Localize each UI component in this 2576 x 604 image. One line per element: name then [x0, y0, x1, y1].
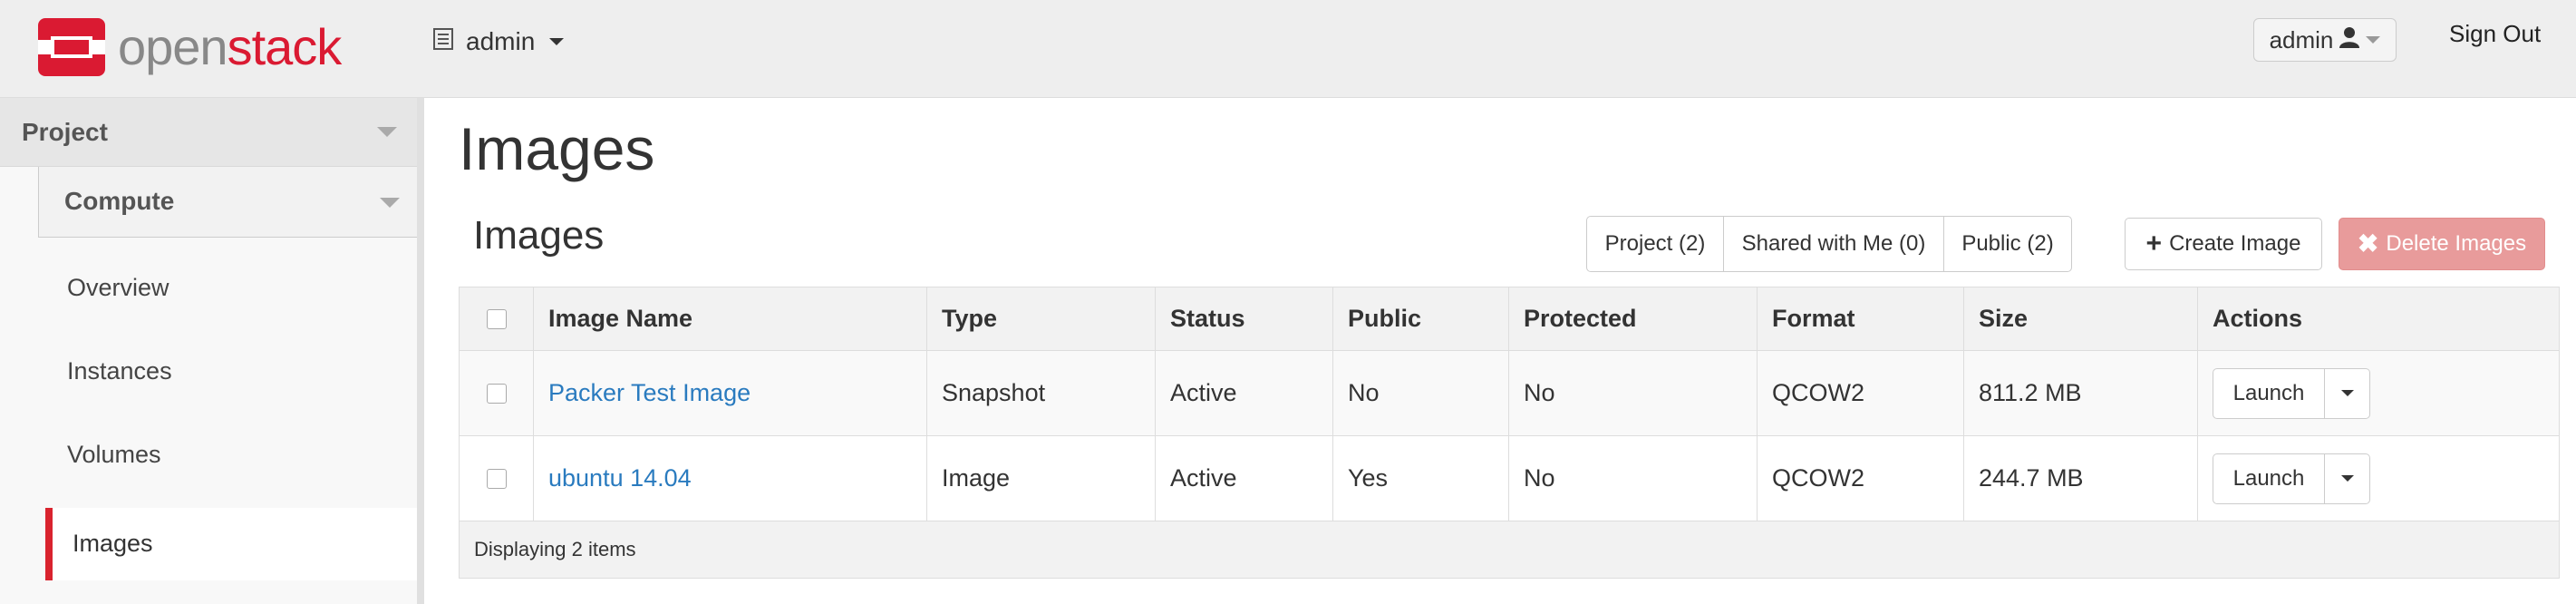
column-header-type[interactable]: Type: [927, 287, 1156, 350]
launch-button-group: Launch: [2213, 453, 2370, 504]
launch-button[interactable]: Launch: [2213, 453, 2325, 504]
image-status-cell: Active: [1156, 351, 1333, 435]
image-type-cell: Snapshot: [927, 351, 1156, 435]
user-icon: [2339, 26, 2360, 54]
chevron-down-icon: [377, 127, 397, 137]
column-header-actions: Actions: [2213, 305, 2303, 332]
chevron-down-icon: [2340, 475, 2354, 482]
sidebar-item-volumes[interactable]: Volumes: [67, 441, 161, 469]
image-protected-cell: No: [1509, 436, 1758, 521]
create-image-button[interactable]: + Create Image: [2125, 218, 2322, 270]
launch-button-group: Launch: [2213, 367, 2370, 419]
image-status-cell: Active: [1156, 436, 1333, 521]
column-header-format[interactable]: Format: [1758, 287, 1964, 350]
image-name-link[interactable]: ubuntu 14.04: [548, 464, 692, 492]
top-navbar: openstack admin admin Sign Out: [0, 0, 2576, 98]
image-format-cell: QCOW2: [1758, 351, 1964, 435]
sidebar-item-images[interactable]: Images: [45, 508, 424, 580]
logo-wordmark-open: open: [118, 18, 228, 75]
image-size-cell: 811.2 MB: [1964, 351, 2198, 435]
sidebar-scrollbar[interactable]: [417, 98, 424, 604]
table-footer: Displaying 2 items: [460, 521, 2559, 578]
table-row: ubuntu 14.04 Image Active Yes No QCOW2 2…: [460, 436, 2559, 521]
row-select-cell: [460, 351, 534, 435]
column-header-size[interactable]: Size: [1964, 287, 2198, 350]
sidebar-panel-group-label: Compute: [64, 187, 175, 215]
column-header-image-name[interactable]: Image Name: [534, 287, 927, 350]
sidebar-dashboard-label: Project: [22, 118, 108, 146]
image-filter-group: Project (2) Shared with Me (0) Public (2…: [1586, 216, 2072, 272]
openstack-logo-icon: [36, 16, 107, 78]
sidebar: Project Compute Overview Instances Volum…: [0, 98, 424, 604]
sidebar-panel-group-compute[interactable]: Compute: [38, 167, 417, 238]
table-title: Images: [473, 213, 605, 258]
column-header-status[interactable]: Status: [1156, 287, 1333, 350]
column-header-protected[interactable]: Protected: [1509, 287, 1758, 350]
image-name-cell: Packer Test Image: [534, 351, 927, 435]
select-all-cell: [460, 287, 534, 350]
openstack-logo[interactable]: openstack: [36, 16, 343, 78]
close-icon: ✖: [2357, 229, 2379, 258]
image-name-link[interactable]: Packer Test Image: [548, 379, 751, 407]
image-public-cell: No: [1333, 351, 1509, 435]
filter-public-button[interactable]: Public (2): [1943, 216, 2072, 272]
chevron-down-icon: [2340, 390, 2354, 396]
image-actions-cell: Launch: [2198, 436, 2559, 521]
plus-icon: +: [2145, 229, 2163, 258]
row-actions-dropdown-toggle[interactable]: [2325, 367, 2370, 419]
create-image-label: Create Image: [2169, 231, 2301, 256]
sidebar-item-overview[interactable]: Overview: [67, 274, 169, 302]
logo-wordmark: openstack: [118, 16, 343, 78]
image-type-cell: Image: [927, 436, 1156, 521]
image-format-cell: QCOW2: [1758, 436, 1964, 521]
row-checkbox[interactable]: [486, 383, 507, 404]
sidebar-item-instances[interactable]: Instances: [67, 357, 172, 385]
image-name-cell: ubuntu 14.04: [534, 436, 927, 521]
filter-project-button[interactable]: Project (2): [1586, 216, 1724, 272]
chevron-down-icon: [549, 38, 565, 45]
document-list-icon: [433, 27, 453, 56]
image-size-cell: 244.7 MB: [1964, 436, 2198, 521]
user-menu-label: admin: [2269, 25, 2334, 54]
project-switcher[interactable]: admin: [433, 27, 565, 56]
delete-images-label: Delete Images: [2386, 231, 2527, 256]
table-row: Packer Test Image Snapshot Active No No …: [460, 351, 2559, 436]
delete-images-button[interactable]: ✖ Delete Images: [2339, 218, 2545, 270]
row-checkbox[interactable]: [486, 468, 507, 489]
chevron-down-icon: [380, 198, 400, 208]
sign-out-link[interactable]: Sign Out: [2449, 20, 2541, 48]
sidebar-dashboard-project[interactable]: Project: [0, 98, 424, 167]
image-protected-cell: No: [1509, 351, 1758, 435]
table-header-row: Image Name Type Status Public Protected …: [460, 287, 2559, 351]
row-select-cell: [460, 436, 534, 521]
launch-button[interactable]: Launch: [2213, 367, 2325, 419]
image-actions-cell: Launch: [2198, 351, 2559, 435]
logo-wordmark-stack: stack: [227, 18, 343, 75]
images-table: Image Name Type Status Public Protected …: [459, 287, 2560, 579]
row-actions-dropdown-toggle[interactable]: [2325, 453, 2370, 504]
select-all-checkbox[interactable]: [486, 308, 507, 329]
chevron-down-icon: [2366, 36, 2381, 44]
column-header-public[interactable]: Public: [1333, 287, 1509, 350]
project-switcher-label: admin: [466, 27, 536, 55]
image-public-cell: Yes: [1333, 436, 1509, 521]
sidebar-item-label: Images: [73, 530, 153, 557]
filter-shared-button[interactable]: Shared with Me (0): [1723, 216, 1944, 272]
page-title: Images: [459, 115, 655, 182]
user-menu-button[interactable]: admin: [2253, 18, 2397, 62]
